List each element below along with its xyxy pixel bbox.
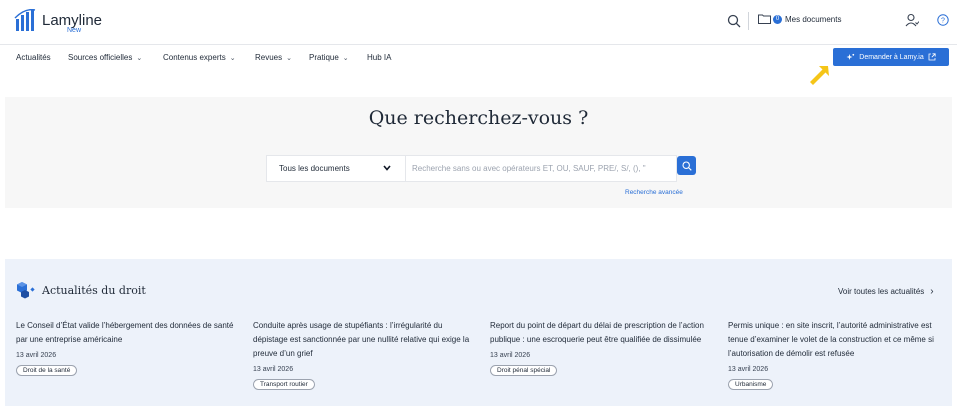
my-documents-label: Mes documents [785, 14, 842, 24]
divider [748, 12, 749, 30]
chevron-down-icon: ⌄ [229, 54, 236, 62]
news-card[interactable]: Le Conseil d’État valide l’hébergement d… [16, 319, 241, 377]
nav-item-pratique[interactable]: Pratique ⌄ [309, 53, 349, 62]
nav-item-label: Contenus experts [163, 53, 226, 62]
search-icon [681, 160, 692, 171]
sparkle-icon [846, 53, 855, 60]
news-card[interactable]: Permis unique : en site inscrit, l’autor… [728, 319, 953, 391]
nav-item-sources-officielles[interactable]: Sources officielles ⌄ [68, 53, 142, 62]
search-placeholder: Recherche sans ou avec opérateurs ET, OU… [412, 164, 646, 173]
nav-item-hub-ia[interactable]: Hub IA [367, 53, 391, 62]
top-bar: Lamyline New 0 Mes documents ? [0, 0, 957, 45]
nav-item-actualites[interactable]: Actualités [16, 53, 51, 62]
my-documents-link[interactable]: 0 Mes documents [758, 14, 841, 24]
news-card-title[interactable]: Report du point de départ du délai de pr… [490, 319, 715, 347]
news-card-title[interactable]: Le Conseil d’État valide l’hébergement d… [16, 319, 241, 347]
news-card-tag[interactable]: Urbanisme [728, 379, 774, 390]
nav-item-label: Revues [255, 53, 283, 62]
nav-item-label: Actualités [16, 53, 51, 62]
news-card-date: 13 avril 2026 [16, 352, 57, 359]
documents-count-badge: 0 [773, 14, 782, 24]
logo-icon [14, 9, 36, 31]
user-icon[interactable] [905, 13, 919, 27]
chevron-down-icon: ⌄ [136, 54, 143, 62]
ask-lamy-ia-button[interactable]: Demander à Lamy.ia [833, 48, 949, 66]
news-card[interactable]: Conduite après usage de stupéfiants : l’… [253, 319, 478, 391]
brand-sub-label: New [67, 27, 82, 34]
chevron-down-icon: ⌄ [342, 54, 349, 62]
search-icon[interactable] [727, 14, 741, 28]
news-card-date: 13 avril 2026 [253, 366, 294, 373]
ask-lamy-ia-label: Demander à Lamy.ia [859, 53, 924, 61]
news-header: Actualités du droit [16, 281, 146, 299]
svg-text:?: ? [941, 18, 945, 25]
pointer-arrow-icon [810, 66, 829, 85]
nav-item-label: Pratique [309, 53, 339, 62]
news-card-tag[interactable]: Droit pénal spécial [490, 365, 558, 376]
chevron-down-icon [383, 165, 391, 171]
chevron-right-icon: › [930, 286, 934, 297]
nav-item-revues[interactable]: Revues ⌄ [255, 53, 292, 62]
advanced-search-link[interactable]: Recherche avancée [625, 189, 683, 196]
chevron-down-icon: ⌄ [286, 54, 292, 62]
news-card-date: 13 avril 2026 [490, 352, 531, 359]
nav-item-label: Hub IA [367, 53, 392, 62]
news-title: Actualités du droit [42, 283, 146, 297]
search-hero: Que recherchez-vous ? Tous les documents… [5, 97, 952, 208]
scope-selected-value: Tous les documents [279, 164, 350, 173]
news-card-date: 13 avril 2026 [728, 366, 769, 373]
folder-icon [758, 14, 771, 24]
nav-item-contenus-experts[interactable]: Contenus experts ⌄ [163, 53, 236, 62]
document-scope-select[interactable]: Tous les documents [266, 155, 406, 182]
see-all-label: Voir toutes les actualités [838, 287, 925, 296]
news-card-title[interactable]: Permis unique : en site inscrit, l’autor… [728, 319, 953, 361]
search-input[interactable]: Recherche sans ou avec opérateurs ET, OU… [406, 155, 677, 182]
brand-logo[interactable]: Lamyline [14, 9, 102, 33]
see-all-news-link[interactable]: Voir toutes les actualités › [838, 286, 934, 297]
help-icon[interactable]: ? [937, 14, 949, 26]
news-card[interactable]: Report du point de départ du délai de pr… [490, 319, 715, 377]
cubes-icon [17, 282, 35, 299]
search-button[interactable] [677, 156, 696, 175]
news-card-tag[interactable]: Transport routier [253, 379, 315, 390]
news-card-title[interactable]: Conduite après usage de stupéfiants : l’… [253, 319, 478, 361]
news-section: Actualités du droit Voir toutes les actu… [5, 259, 952, 406]
nav-item-label: Sources officielles [68, 53, 133, 62]
news-card-tag[interactable]: Droit de la santé [16, 365, 78, 376]
search-heading: Que recherchez-vous ? [368, 107, 589, 129]
external-link-icon [928, 53, 936, 61]
